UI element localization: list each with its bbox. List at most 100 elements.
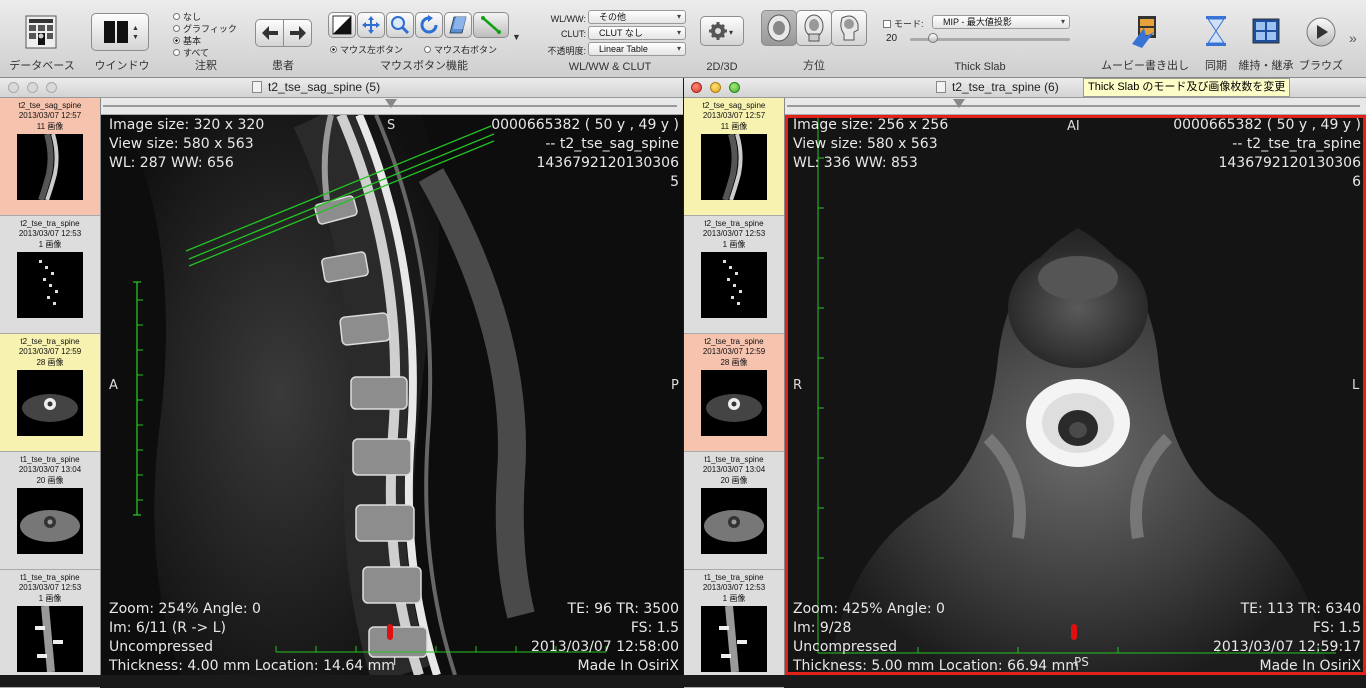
browse-label: ブラウズ <box>1299 60 1343 72</box>
database-group[interactable]: データベース <box>0 0 84 77</box>
thumbnail-item[interactable]: t2_tse_tra_spine 2013/03/07 12:53 1 画像 <box>0 216 100 334</box>
wl-select[interactable]: その他 <box>588 10 686 24</box>
zoom-button[interactable] <box>729 82 740 93</box>
play-icon <box>1306 17 1336 47</box>
thumbnail-image-sag <box>17 134 83 200</box>
toolbar-overflow-icon[interactable]: » <box>1349 30 1357 46</box>
thumbnail-date: 2013/03/07 12:57 <box>18 111 82 120</box>
measure-dropdown-icon[interactable]: ▼ <box>512 32 521 42</box>
zoom-tool-button[interactable] <box>386 12 414 38</box>
minimize-button[interactable] <box>710 82 721 93</box>
thumbnail-image-sag <box>701 134 767 200</box>
window-layout-button[interactable]: ▲ ▼ <box>91 13 149 51</box>
rotate-tool-button[interactable] <box>415 12 443 38</box>
left-image-view[interactable]: Image size: 320 x 320 View size: 580 x 56… <box>101 115 683 675</box>
slab-mode-select[interactable]: MIP - 最大値投影 <box>932 15 1070 29</box>
previous-patient-button[interactable] <box>255 19 284 47</box>
keep-group[interactable]: 維持・継承 <box>1238 0 1294 77</box>
thickslab-tooltip: Thick Slab のモード及び画像枚数を変更 <box>1083 78 1291 97</box>
left-viewer-window: t2_tse_sag_spine (5) t2_tse_sag_spine 20… <box>0 78 683 688</box>
sagittal-head-icon <box>840 15 859 41</box>
thumbnail-item[interactable]: t1_tse_tra_spine 2013/03/07 13:04 20 画像 <box>684 452 784 570</box>
right-slice-scrollbar[interactable] <box>785 98 1366 115</box>
thumbnail-item[interactable]: t1_tse_tra_spine 2013/03/07 12:53 1 画像 <box>0 570 100 688</box>
thickslab-group: モード: MIP - 最大値投影 20 Thick Slab <box>880 0 1080 77</box>
right-orientation-bottom: PS <box>1074 655 1089 669</box>
thumbnail-count: 1 画像 <box>722 594 746 603</box>
axial-head-icon <box>767 14 791 42</box>
clut-select[interactable]: CLUT なし <box>588 26 686 40</box>
right-window-title: t2_tse_tra_spine (6) <box>952 80 1059 94</box>
orientation-group: 方位 <box>760 0 868 77</box>
right-image-view[interactable]: Image size: 256 x 256 View size: 580 x 56… <box>785 115 1366 675</box>
zoom-button[interactable] <box>46 82 57 93</box>
left-titlebar[interactable]: t2_tse_sag_spine (5) <box>0 78 683 98</box>
thumbnail-item[interactable]: t2_tse_tra_spine 2013/03/07 12:53 1 画像 <box>684 216 784 334</box>
thumbnail-date: 2013/03/07 13:04 <box>702 465 766 474</box>
2d3d-button[interactable]: ▾ <box>700 16 744 46</box>
sync-group[interactable]: 同期 <box>1196 0 1236 77</box>
opacity-select[interactable]: Linear Table <box>588 42 686 56</box>
thumbnail-count: 28 画像 <box>36 358 64 367</box>
close-button[interactable] <box>8 82 19 93</box>
mouse-right-option[interactable]: マウス右ボタン <box>424 43 497 56</box>
left-overlay-bottom-left: Zoom: 254% Angle: 0 Im: 6/11 (R -> L) Unco… <box>109 601 395 674</box>
annotation-group: なし グラフィック 基本 すべて 注釈 <box>170 0 242 77</box>
thumbnail-item[interactable]: t2_tse_tra_spine 2013/03/07 12:59 28 画像 <box>0 334 100 452</box>
scroll-tool-button[interactable] <box>444 12 472 38</box>
right-overlay-top-left: Image size: 256 x 256 View size: 580 x 56… <box>793 117 949 171</box>
window-group[interactable]: ▲ ▼ ウインドウ <box>88 0 156 77</box>
thumbnail-item[interactable]: t2_tse_sag_spine 2013/03/07 12:57 11 画像 <box>0 98 100 216</box>
contrast-icon <box>332 15 352 35</box>
thumbnail-name: t1_tse_tra_spine <box>20 573 80 582</box>
wl-tool-button[interactable] <box>328 12 356 38</box>
right-viewer-window: t2_tse_tra_spine (6) t2_tse_sag_spine 20… <box>684 78 1366 688</box>
magnifier-icon <box>391 16 410 35</box>
thumbnail-item[interactable]: t1_tse_tra_spine 2013/03/07 13:04 20 画像 <box>0 452 100 570</box>
axial-spine-image <box>788 118 1363 672</box>
thumbnail-item[interactable]: t2_tse_tra_spine 2013/03/07 12:59 28 画像 <box>684 334 784 452</box>
movie-label: ムービー書き出し <box>1101 60 1189 72</box>
thumbnail-count: 11 画像 <box>720 122 748 131</box>
arrow-left-icon <box>261 26 278 40</box>
left-overlay-top-right: 0000665382 ( 50 y , 49 y ) -- t2_tse_sag_… <box>491 117 679 190</box>
mouse-function-label: マウスボタン機能 <box>380 60 468 72</box>
mouse-function-group: ▼ マウス左ボタン マウス右ボタン マウスボタン機能 <box>326 0 522 77</box>
sagittal-orientation-button[interactable] <box>831 10 867 46</box>
gear-icon: ▾ <box>709 22 733 40</box>
minimize-button[interactable] <box>27 82 38 93</box>
slice-slider-knob[interactable] <box>953 99 965 108</box>
left-slice-scrollbar[interactable] <box>101 98 683 115</box>
svg-text:▾: ▾ <box>729 28 733 37</box>
left-overlay-top-left: Image size: 320 x 320 View size: 580 x 56… <box>109 117 265 171</box>
thumbnail-item[interactable]: t2_tse_sag_spine 2013/03/07 12:57 11 画像 <box>684 98 784 216</box>
measure-tool-button[interactable] <box>473 12 509 38</box>
thumbnail-image-axial <box>17 370 83 436</box>
browse-group[interactable]: ブラウズ <box>1296 0 1346 77</box>
thumbnail-image-axial <box>701 370 767 436</box>
thumbnail-name: t2_tse_sag_spine <box>702 101 766 110</box>
thumbnail-date: 2013/03/07 12:59 <box>18 347 82 356</box>
slab-mode-checkbox[interactable]: モード: <box>883 17 924 30</box>
thickslab-label: Thick Slab <box>954 61 1006 73</box>
axial-orientation-button[interactable] <box>761 10 797 46</box>
thumbnail-name: t2_tse_sag_spine <box>18 101 82 110</box>
thumbnail-date: 2013/03/07 12:53 <box>702 583 766 592</box>
left-thumbnail-list: t2_tse_sag_spine 2013/03/07 12:57 11 画像 … <box>0 98 101 688</box>
thumbnail-date: 2013/03/07 12:53 <box>702 229 766 238</box>
move-tool-button[interactable] <box>357 12 385 38</box>
movie-group[interactable]: ムービー書き出し <box>1096 0 1194 77</box>
keep-label: 維持・継承 <box>1238 60 1294 72</box>
coronal-orientation-button[interactable] <box>796 10 832 46</box>
thumbnail-image-t1-axial <box>17 488 83 554</box>
thumbnail-item[interactable]: t1_tse_tra_spine 2013/03/07 12:53 1 画像 <box>684 570 784 688</box>
thumbnail-count: 1 画像 <box>722 240 746 249</box>
close-button[interactable] <box>691 82 702 93</box>
thumbnail-name: t2_tse_tra_spine <box>704 219 764 228</box>
mouse-left-option[interactable]: マウス左ボタン <box>330 43 403 56</box>
slab-slider-knob[interactable] <box>928 33 938 43</box>
right-orientation-right: L <box>1352 378 1360 393</box>
slice-slider-knob[interactable] <box>385 99 397 108</box>
next-patient-button[interactable] <box>283 19 312 47</box>
patient-group: 患者 <box>252 0 314 77</box>
